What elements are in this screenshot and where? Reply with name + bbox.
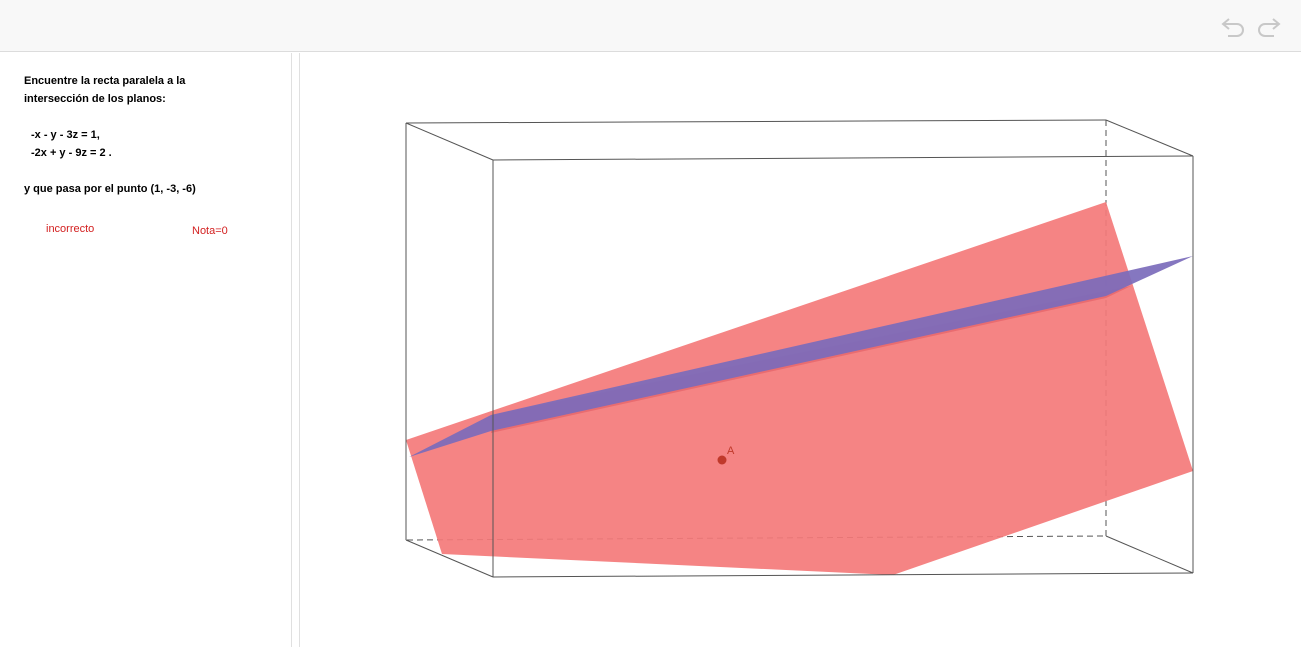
3d-canvas[interactable]: A	[301, 53, 1301, 647]
point-a-label: A	[727, 445, 735, 457]
plane-1[interactable]	[406, 202, 1193, 575]
algebra-panel: Encuentre la recta paralela a la interse…	[0, 53, 291, 647]
undo-icon[interactable]	[1219, 12, 1249, 42]
plane-equation-2: -2x + y - 9z = 2 .	[31, 147, 112, 159]
point-statement: y que pasa por el punto (1, -3, -6)	[24, 183, 196, 195]
panel-divider[interactable]	[291, 53, 300, 647]
status-text: incorrecto	[46, 223, 95, 235]
top-toolbar	[0, 0, 1301, 52]
problem-line-1: Encuentre la recta paralela a la	[24, 75, 186, 87]
point-a[interactable]	[717, 455, 727, 465]
plane-equation-1: -x - y - 3z = 1,	[31, 129, 100, 141]
redo-icon[interactable]	[1253, 12, 1283, 42]
problem-line-2: intersección de los planos:	[24, 93, 166, 105]
undo-redo-group	[1219, 12, 1283, 42]
graphics-3d-view[interactable]: A	[301, 53, 1301, 647]
grade-text: Nota=0	[192, 225, 228, 237]
